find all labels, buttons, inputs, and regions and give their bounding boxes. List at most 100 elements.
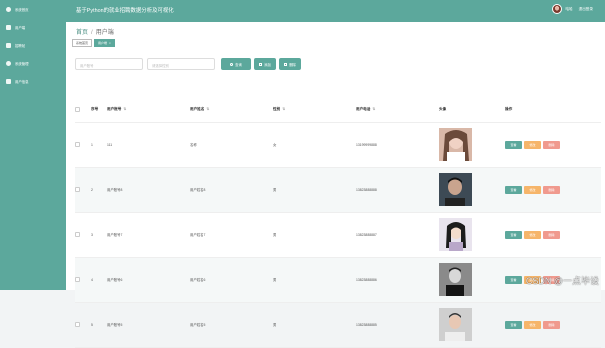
col-name[interactable]: 用户姓名 ⇅ bbox=[190, 98, 273, 123]
cell-phone: 13823888886 bbox=[356, 257, 439, 303]
row-checkbox[interactable] bbox=[75, 122, 91, 168]
table-row: 4 用户账号6 用户姓名6 男 13823888886 查看 修改 删除 bbox=[75, 257, 601, 303]
sidebar-item-label: 系统首页 bbox=[15, 7, 29, 12]
watermark: CSDN @一点毕设 bbox=[525, 276, 599, 286]
sidebar-item-home[interactable]: 系统首页 bbox=[0, 0, 66, 18]
row-delete-button[interactable]: 删除 bbox=[543, 230, 560, 239]
table-header-row: 序号 用户账号 ⇅ 用户姓名 ⇅ 性别 ⇅ 用户电话 ⇅ 头像 操作 bbox=[75, 98, 601, 123]
row-checkbox[interactable] bbox=[75, 212, 91, 258]
table-row: 3 用户账号7 用户姓名7 男 13823888887 查看 修改 删除 bbox=[75, 212, 601, 258]
sidebar: 系统首页 用户端 招聘帖 系统管理 用户信息 bbox=[0, 0, 66, 290]
edit-button[interactable]: 修改 bbox=[524, 320, 541, 329]
cell-name: 用户姓名7 bbox=[190, 212, 273, 258]
col-actions: 操作 bbox=[505, 98, 601, 123]
col-index: 序号 bbox=[91, 98, 107, 123]
cell-actions: 查看 修改 删除 bbox=[505, 122, 601, 168]
view-button[interactable]: 查看 bbox=[505, 320, 522, 329]
cell-index: 1 bbox=[91, 122, 107, 168]
search-bar: 用户账号 请选择性别 查询 添加 删除 bbox=[75, 58, 304, 70]
view-button[interactable]: 查看 bbox=[505, 140, 522, 149]
sidebar-item-label: 用户信息 bbox=[15, 79, 29, 84]
gender-select[interactable]: 请选择性别 bbox=[147, 58, 215, 70]
cell-gender: 男 bbox=[273, 212, 356, 258]
edit-button[interactable]: 修改 bbox=[524, 185, 541, 194]
edit-button[interactable]: 修改 bbox=[524, 140, 541, 149]
col-gender-label: 性别 bbox=[273, 107, 281, 112]
sidebar-item-users[interactable]: 用户端 bbox=[0, 18, 66, 36]
sidebar-item-label: 招聘帖 bbox=[15, 43, 26, 48]
account-search-input[interactable]: 用户账号 bbox=[75, 58, 143, 70]
logout-button[interactable]: 退出登录 bbox=[579, 7, 593, 12]
row-delete-button[interactable]: 删除 bbox=[543, 140, 560, 149]
select-all-checkbox[interactable] bbox=[75, 98, 91, 123]
close-icon[interactable]: × bbox=[109, 41, 111, 45]
row-delete-button[interactable]: 删除 bbox=[543, 320, 560, 329]
col-phone[interactable]: 用户电话 ⇅ bbox=[356, 98, 439, 123]
users-table: 序号 用户账号 ⇅ 用户姓名 ⇅ 性别 ⇅ 用户电话 ⇅ 头像 操作 1 111 名称 … bbox=[75, 98, 601, 348]
view-button[interactable]: 查看 bbox=[505, 275, 522, 284]
sort-icon[interactable]: ⇅ bbox=[123, 107, 126, 111]
table-row: 1 111 名称 女 13199999888 查看 修改 删除 bbox=[75, 122, 601, 168]
row-checkbox[interactable] bbox=[75, 302, 91, 348]
row-checkbox[interactable] bbox=[75, 167, 91, 213]
tag-home[interactable]: 系统首页 bbox=[72, 39, 93, 47]
cell-name: 用户姓名6 bbox=[190, 257, 273, 303]
cell-avatar bbox=[439, 302, 505, 348]
col-avatar: 头像 bbox=[439, 98, 505, 123]
cell-actions: 查看 修改 删除 bbox=[505, 167, 601, 213]
view-button[interactable]: 查看 bbox=[505, 230, 522, 239]
sort-icon[interactable]: ⇅ bbox=[282, 107, 285, 111]
col-account-label: 用户账号 bbox=[107, 107, 122, 112]
sort-icon[interactable]: ⇅ bbox=[372, 107, 375, 111]
row-delete-button[interactable]: 删除 bbox=[543, 185, 560, 194]
sidebar-item-profile[interactable]: 用户信息 bbox=[0, 72, 66, 90]
cell-gender: 男 bbox=[273, 257, 356, 303]
cell-gender: 女 bbox=[273, 122, 356, 168]
breadcrumb-current: 用户端 bbox=[95, 30, 114, 36]
breadcrumb-separator: / bbox=[91, 30, 93, 36]
add-icon bbox=[259, 62, 263, 66]
view-button[interactable]: 查看 bbox=[505, 185, 522, 194]
cell-gender: 男 bbox=[273, 167, 356, 213]
search-button[interactable]: 查询 bbox=[221, 58, 251, 70]
cell-avatar bbox=[439, 122, 505, 168]
user-photo bbox=[439, 128, 472, 161]
cell-name: 用户姓名5 bbox=[190, 302, 273, 348]
table-row: 5 用户账号5 用户姓名5 男 13823888885 查看 修改 删除 bbox=[75, 302, 601, 348]
sidebar-item-jobs[interactable]: 招聘帖 bbox=[0, 36, 66, 54]
home-icon bbox=[6, 6, 11, 12]
breadcrumb-home[interactable]: 首页 bbox=[76, 30, 88, 36]
col-gender[interactable]: 性别 ⇅ bbox=[273, 98, 356, 123]
col-account[interactable]: 用户账号 ⇅ bbox=[107, 98, 190, 123]
delete-icon bbox=[284, 62, 288, 66]
delete-button[interactable]: 删除 bbox=[279, 58, 301, 70]
cell-index: 2 bbox=[91, 167, 107, 213]
edit-button[interactable]: 修改 bbox=[524, 230, 541, 239]
search-button-label: 查询 bbox=[235, 62, 242, 67]
avatar[interactable] bbox=[552, 4, 563, 14]
sidebar-item-label: 系统管理 bbox=[15, 61, 29, 66]
search-icon bbox=[230, 62, 234, 66]
sort-icon[interactable]: ⇅ bbox=[206, 107, 209, 111]
cell-account: 用户账号7 bbox=[107, 212, 190, 258]
main-content: 首页 / 用户端 系统首页 用户端 × 用户账号 请选择性别 查询 添加 删除 序号 … bbox=[66, 22, 605, 348]
cell-gender: 男 bbox=[273, 302, 356, 348]
tag-users[interactable]: 用户端 × bbox=[94, 39, 115, 47]
user-area: 哈哈 退出登录 bbox=[552, 4, 599, 14]
col-name-label: 用户姓名 bbox=[190, 107, 205, 112]
cell-phone: 13199999888 bbox=[356, 122, 439, 168]
cell-index: 3 bbox=[91, 212, 107, 258]
cell-account: 用户账号8 bbox=[107, 167, 190, 213]
sidebar-item-system[interactable]: 系统管理 bbox=[0, 54, 66, 72]
cell-name: 用户姓名8 bbox=[190, 167, 273, 213]
tags-bar: 系统首页 用户端 × bbox=[72, 39, 117, 47]
row-checkbox[interactable] bbox=[75, 257, 91, 303]
delete-button-label: 删除 bbox=[289, 62, 296, 67]
sidebar-item-label: 用户端 bbox=[15, 25, 26, 30]
cell-account: 111 bbox=[107, 122, 190, 168]
user-photo bbox=[439, 218, 472, 251]
add-button-label: 添加 bbox=[264, 62, 271, 67]
cell-name: 名称 bbox=[190, 122, 273, 168]
add-button[interactable]: 添加 bbox=[254, 58, 276, 70]
cell-phone: 13823888887 bbox=[356, 212, 439, 258]
